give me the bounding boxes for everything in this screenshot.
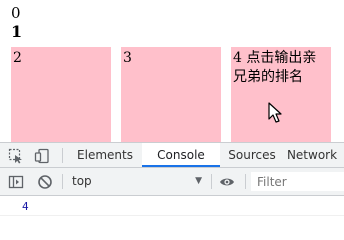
console-log-entry: 4 bbox=[0, 196, 344, 216]
toolbar-divider bbox=[62, 148, 63, 163]
toolbar-divider bbox=[245, 174, 246, 189]
tab-network[interactable]: Network bbox=[280, 143, 344, 167]
toolbar-divider bbox=[62, 174, 63, 189]
console-filter-input[interactable] bbox=[251, 172, 344, 191]
inspect-element-icon[interactable] bbox=[8, 148, 24, 164]
device-toolbar-icon[interactable] bbox=[34, 148, 50, 164]
pink-box-label: 4 点击输出亲兄弟的排名 bbox=[233, 50, 317, 85]
pink-box-4[interactable]: 4 点击输出亲兄弟的排名 bbox=[231, 47, 331, 142]
console-log-value: 4 bbox=[22, 200, 29, 213]
tab-sources[interactable]: Sources bbox=[218, 143, 286, 167]
console-toolbar: top ▼ bbox=[0, 168, 344, 196]
live-expression-eye-icon[interactable] bbox=[219, 174, 235, 190]
text-line-0: 0 bbox=[11, 4, 21, 22]
pink-box-label: 3 bbox=[123, 50, 132, 66]
dropdown-caret-icon: ▼ bbox=[195, 176, 202, 186]
devtools-panel: Elements Console Sources Network top ▼ F… bbox=[0, 142, 344, 218]
console-output: 4 bbox=[0, 196, 344, 218]
tab-console[interactable]: Console bbox=[142, 143, 220, 167]
pink-box-3[interactable]: 3 bbox=[121, 47, 221, 142]
pink-box-2[interactable]: 2 bbox=[11, 47, 111, 142]
pink-box-label: 2 bbox=[13, 50, 22, 66]
clear-console-icon[interactable] bbox=[37, 174, 53, 190]
show-console-sidebar-icon[interactable] bbox=[8, 174, 24, 190]
toolbar-divider bbox=[211, 174, 212, 189]
context-selector[interactable]: top ▼ bbox=[70, 173, 206, 190]
text-line-1: 1 bbox=[11, 22, 23, 41]
context-value: top bbox=[72, 174, 92, 188]
web-page-viewport: 0 1 2 3 4 点击输出亲兄弟的排名 bbox=[0, 0, 344, 142]
mouse-cursor-icon bbox=[268, 102, 282, 123]
tab-elements[interactable]: Elements bbox=[72, 143, 138, 167]
devtools-tabbar: Elements Console Sources Network bbox=[0, 142, 344, 168]
